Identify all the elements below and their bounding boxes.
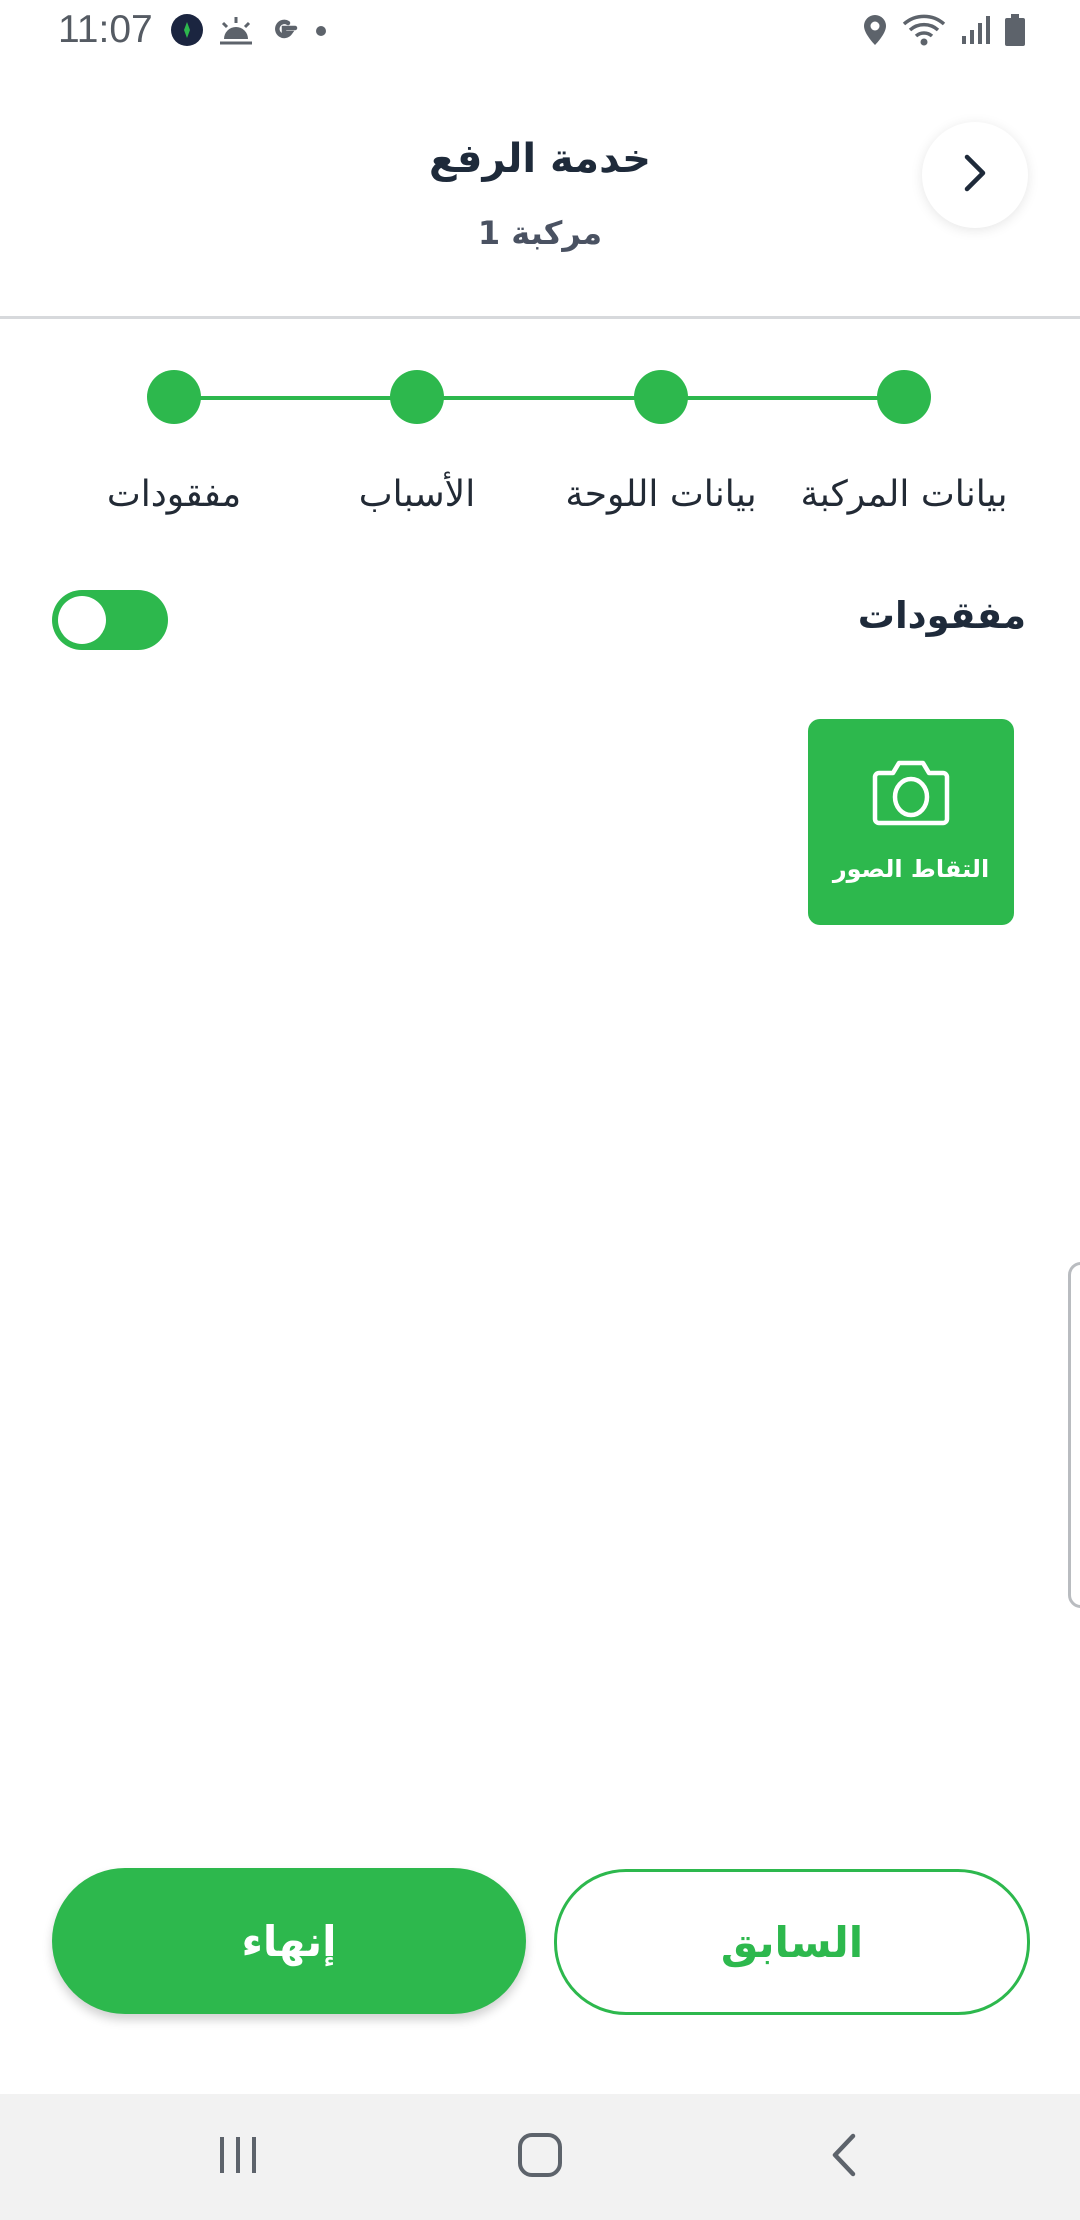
wifi-icon (902, 13, 946, 51)
lost-items-label: مفقودات (857, 594, 1026, 637)
back-icon (829, 2132, 859, 2182)
status-time: 11:07 (58, 8, 153, 51)
step-plate-data: بيانات اللوحة (541, 366, 781, 515)
step-dot (634, 370, 688, 424)
step-dot (877, 370, 931, 424)
toggle-knob (58, 596, 106, 644)
chevron-right-icon (955, 149, 995, 201)
recent-apps-icon (216, 2135, 260, 2179)
status-bar: 11:07 (0, 0, 1080, 64)
google-icon (268, 14, 300, 50)
back-button[interactable] (922, 122, 1028, 228)
previous-button[interactable]: السابق (554, 1869, 1030, 2015)
edge-panel-handle[interactable] (1068, 1262, 1080, 1608)
step-reasons: الأسباب (297, 366, 537, 515)
notification-dot-icon (314, 23, 328, 42)
step-label: الأسباب (358, 474, 476, 515)
finish-button[interactable]: إنهاء (52, 1868, 526, 2014)
step-dot (147, 370, 201, 424)
camera-icon (871, 749, 951, 833)
status-left-icons (170, 10, 328, 54)
progress-stepper: بيانات المركبة بيانات اللوحة الأسباب مفق… (0, 366, 1080, 516)
location-icon (862, 13, 888, 51)
nav-back-button[interactable] (804, 2124, 884, 2190)
step-dot (390, 370, 444, 424)
step-label: بيانات المركبة (800, 474, 1008, 515)
signal-icon (960, 14, 990, 50)
header: خدمة الرفع مركبة 1 (0, 64, 1080, 319)
step-label: مفقودات (106, 474, 242, 515)
capture-photos-button[interactable]: التقاط الصور (808, 719, 1014, 925)
step-vehicle-data: بيانات المركبة (784, 366, 1024, 515)
home-button[interactable] (500, 2124, 580, 2190)
system-nav-bar (0, 2094, 1080, 2220)
capture-photos-label: التقاط الصور (832, 855, 990, 883)
page-subtitle: مركبة 1 (477, 214, 603, 252)
lost-items-toggle[interactable] (52, 590, 168, 650)
step-lost-items: مفقودات (54, 366, 294, 515)
step-label: بيانات اللوحة (565, 474, 757, 515)
app-badge-icon (170, 13, 204, 51)
recent-apps-button[interactable] (198, 2124, 278, 2190)
home-icon (517, 2132, 563, 2182)
battery-icon (1004, 13, 1026, 51)
weather-icon (218, 15, 254, 49)
page-title: خدمة الرفع (428, 136, 651, 182)
app-screen: 11:07 خدمة الرفع مركبة 1 بيانات المركبة … (0, 0, 1080, 2220)
status-right-icons (862, 10, 1026, 54)
